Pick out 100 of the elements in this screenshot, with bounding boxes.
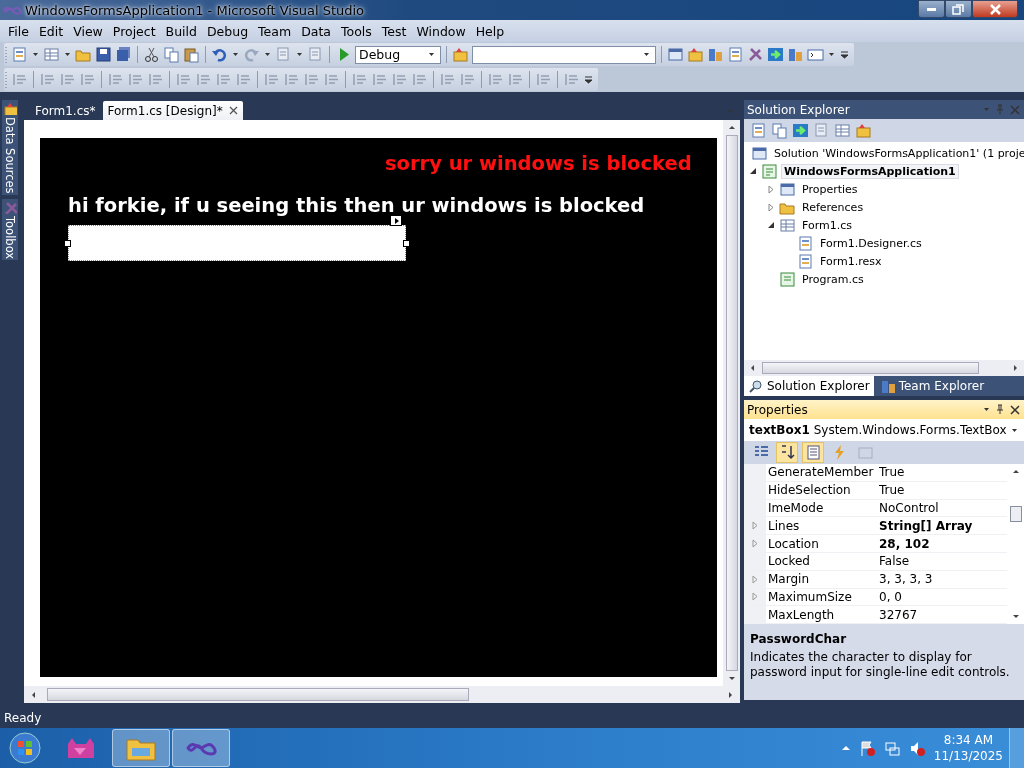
tree-item[interactable]: WindowsFormsApplication1 [781,163,959,179]
property-value[interactable]: True [879,465,905,480]
collapse-arrow-icon[interactable] [767,221,775,229]
scissors-icon[interactable] [143,46,160,63]
document-tab[interactable]: Form1.cs [Design]* [102,101,243,120]
menu-item[interactable]: Edit [33,23,69,39]
property-value[interactable]: 32767 [879,607,918,622]
chart-icon[interactable] [787,46,804,63]
layout-icon[interactable] [175,71,192,88]
toolbar-options-icon[interactable] [584,75,593,84]
menu-item[interactable]: Build [160,23,202,39]
dropdown-arrow-icon[interactable] [232,52,239,57]
platform-dropdown[interactable] [472,45,656,64]
save-icon[interactable] [95,46,112,63]
close-icon[interactable] [228,106,238,115]
layout-icon[interactable] [127,71,144,88]
dropdown-arrow-icon[interactable] [32,52,39,57]
property-value[interactable]: NoControl [879,501,939,515]
dropdown-arrow-icon[interactable] [983,407,990,412]
expand-arrow-icon[interactable] [767,202,775,212]
scroll-thumb[interactable] [762,362,979,374]
menu-item[interactable]: Team [253,23,297,39]
menu-item[interactable]: Test [376,23,412,39]
tree-item[interactable]: Form1.resx [817,253,885,269]
property-value[interactable]: String[] Array [879,518,973,533]
scroll-thumb[interactable] [725,135,738,671]
property-value[interactable]: 3, 3, 3, 3 [879,572,933,587]
horizontal-scrollbar[interactable] [24,686,740,703]
menu-item[interactable]: Help [470,23,510,39]
layout-icon[interactable] [459,71,476,88]
taskbar-app[interactable] [172,729,230,767]
undo-icon[interactable] [211,46,228,63]
toolbar-toggle[interactable] [802,442,824,463]
menu-item[interactable]: Project [107,23,161,39]
panel-tab[interactable]: Solution Explorer [744,376,874,396]
dropdown-arrow-icon[interactable] [828,52,835,57]
tree-item[interactable]: Program.cs [799,271,867,287]
layout-icon[interactable] [371,71,388,88]
property-value[interactable]: 28, 102 [879,536,930,551]
tree-item[interactable]: Solution 'WindowsFormsApplication1' (1 proje [771,145,1024,161]
close-button[interactable] [972,0,1018,18]
layout-icon[interactable] [215,71,232,88]
menu-item[interactable]: Window [411,23,471,39]
network-icon[interactable] [883,739,901,757]
clock[interactable]: 8:34 AM 11/13/2025 [933,732,1003,764]
menu-item[interactable]: File [3,23,34,39]
layout-icon[interactable] [391,71,408,88]
dropdown-arrow-icon[interactable] [64,52,71,57]
scroll-thumb[interactable] [1009,506,1022,522]
side-tab[interactable]: Data Sources [2,100,18,195]
property-value[interactable]: False [879,554,910,569]
layout-icon[interactable] [147,71,164,88]
layout-icon[interactable] [283,71,300,88]
smart-tag-icon[interactable] [390,215,402,226]
object-selector[interactable]: textBox1 System.Windows.Forms.TextBox [744,419,1024,441]
dropdown-arrow-icon[interactable] [296,52,303,57]
document-tab[interactable]: Form1.cs* [30,101,101,120]
show-desktop-button[interactable] [1009,728,1024,768]
layout-icon[interactable] [303,71,320,88]
minimize-button[interactable] [918,0,945,18]
expand-arrow-icon[interactable] [751,574,759,584]
layout-icon[interactable] [11,71,28,88]
panel-tab[interactable]: Team Explorer [875,376,989,396]
property-value[interactable]: 0, 0 [879,589,902,604]
tree-item[interactable]: References [799,199,867,215]
show-files-icon[interactable] [771,122,788,139]
menu-item[interactable]: Data [296,23,336,39]
taskbar-app[interactable] [112,729,170,767]
side-tab[interactable]: Toolbox [2,198,18,260]
tree-item[interactable]: Form1.Designer.cs [817,235,925,251]
close-icon[interactable] [1010,404,1020,415]
resize-handle[interactable] [403,240,410,247]
window-icon[interactable] [667,46,684,63]
layout-icon[interactable] [351,71,368,88]
layout-icon[interactable] [107,71,124,88]
layout-icon[interactable] [411,71,428,88]
menu-item[interactable]: View [68,23,108,39]
expand-arrow-icon[interactable] [767,184,775,194]
layout-icon[interactable] [79,71,96,88]
toolbar-toggle[interactable] [776,442,798,463]
folder-icon[interactable] [687,46,704,63]
horizontal-scrollbar[interactable] [744,360,1024,376]
layout-icon[interactable] [263,71,280,88]
layout-icon[interactable] [59,71,76,88]
configuration-dropdown[interactable]: Debug [355,45,441,64]
paste-icon[interactable] [183,46,200,63]
expand-arrow-icon[interactable] [751,592,759,602]
vertical-scrollbar[interactable] [723,120,740,686]
restore-button[interactable] [945,0,972,18]
toolbar-options-icon[interactable] [840,50,849,59]
layout-icon[interactable] [195,71,212,88]
layout-icon[interactable] [39,71,56,88]
show-hidden-icons-icon[interactable] [840,744,851,752]
expand-arrow-icon[interactable] [751,539,759,549]
layout-icon[interactable] [323,71,340,88]
layout-icon[interactable] [507,71,524,88]
layout-icon[interactable] [439,71,456,88]
tree-item[interactable]: Form1.cs [799,217,855,233]
layout-icon[interactable] [235,71,252,88]
layout-icon[interactable] [535,71,552,88]
